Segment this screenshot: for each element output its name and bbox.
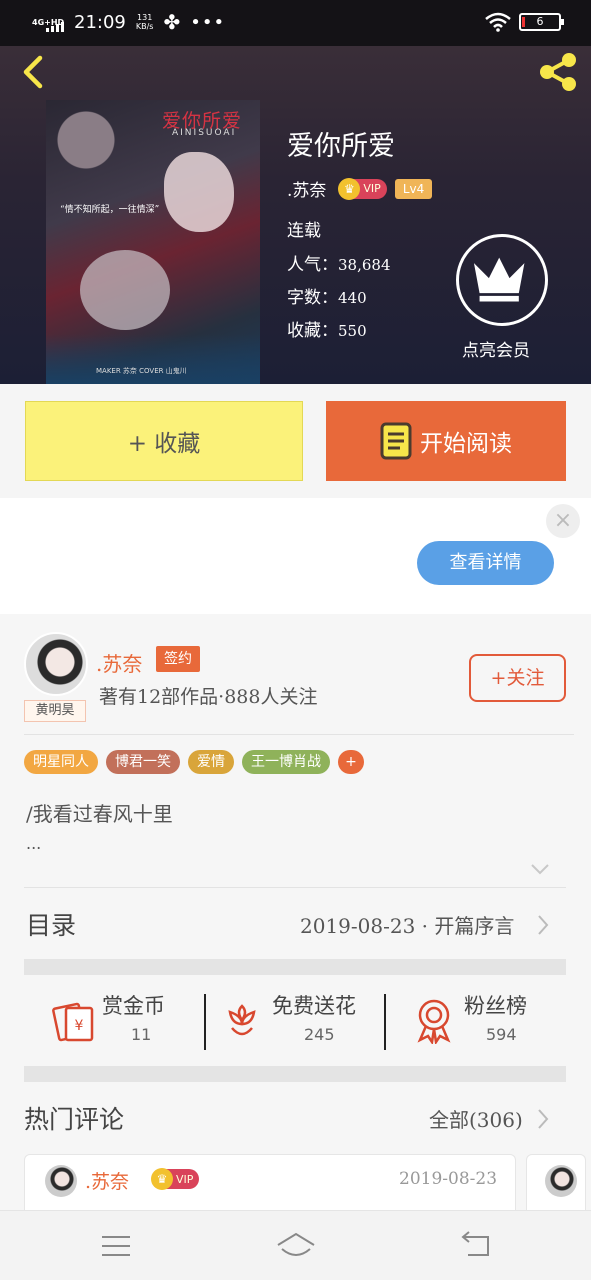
system-nav-bar — [0, 1210, 591, 1280]
flower-icon — [228, 1004, 256, 1036]
battery-icon: 6 — [519, 13, 564, 31]
chevron-right-icon[interactable] — [537, 1108, 549, 1130]
fan-icon: ✤ — [163, 10, 181, 34]
book-cover[interactable]: 爱你所爱 AINISUOAI “情不知所起，一往情深” MAKER 苏奈 COV… — [46, 100, 260, 384]
ad-banner: × 查看详情 — [0, 498, 591, 614]
signed-badge: 签约 — [156, 646, 200, 672]
member-label[interactable]: 点亮会员 — [462, 336, 530, 361]
tag-list: 明星同人 博君一笑 爱情 王一博肖战 + — [24, 750, 364, 774]
book-title: 爱你所爱 — [287, 131, 395, 162]
crown-icon — [473, 257, 525, 302]
send-flowers-button[interactable]: 免费送花 245 — [222, 990, 382, 1050]
popularity: 人气：38,684 — [287, 255, 391, 275]
toc-label[interactable]: 目录 — [26, 906, 76, 942]
book-icon — [380, 422, 412, 460]
crown-icon: ♛ — [338, 177, 361, 200]
member-crown-button[interactable] — [456, 234, 548, 326]
chevron-right-icon[interactable] — [537, 914, 549, 936]
view-details-button[interactable]: 查看详情 — [417, 541, 554, 585]
avatar-tag: 黄明昊 — [24, 700, 86, 722]
more-dots-icon: ••• — [190, 11, 226, 33]
close-icon[interactable]: × — [546, 504, 580, 538]
tag-chip[interactable]: 爱情 — [188, 750, 234, 774]
red-envelope-icon: ¥ — [52, 1002, 94, 1042]
commenter-name[interactable]: .苏奈 — [85, 1167, 129, 1194]
menu-icon[interactable] — [101, 1235, 131, 1257]
section-separator — [24, 959, 566, 975]
divider — [24, 734, 574, 735]
reward-coins-button[interactable]: ¥ 赏金币 11 — [50, 990, 200, 1050]
share-icon[interactable] — [537, 50, 579, 94]
author-avatar[interactable] — [24, 632, 88, 696]
status-bar: 4G+HD 21:09 131 KB/s ✤ ••• 6 — [0, 0, 591, 46]
book-header: 爱你所爱 AINISUOAI “情不知所起，一往情深” MAKER 苏奈 COV… — [0, 46, 591, 384]
tag-chip[interactable]: 博君一笑 — [106, 750, 180, 774]
toc-latest-chapter[interactable]: 2019-08-23 · 开篇序言 — [300, 910, 514, 939]
start-reading-button[interactable]: 开始阅读 — [326, 401, 566, 481]
back-nav-icon[interactable] — [460, 1231, 492, 1259]
word-count: 字数：440 — [287, 288, 367, 308]
action-bar: + 收藏 开始阅读 — [0, 384, 591, 498]
home-icon[interactable] — [276, 1231, 316, 1259]
favorite-button[interactable]: + 收藏 — [25, 401, 303, 481]
wifi-icon — [485, 12, 511, 32]
cover-quote: “情不知所起，一往情深” — [60, 205, 160, 215]
avatar — [545, 1165, 577, 1197]
net-speed: 131 KB/s — [135, 13, 154, 31]
crown-icon: ♛ — [151, 1168, 173, 1190]
hot-comments-label: 热门评论 — [24, 1105, 125, 1134]
divider — [384, 994, 386, 1050]
back-icon[interactable] — [18, 54, 46, 90]
vip-badge: ♛ VIP — [151, 1168, 200, 1190]
medal-icon — [417, 999, 451, 1044]
add-tag-button[interactable]: + — [338, 750, 364, 774]
book-details: 黄明昊 .苏奈 签约 著有12部作品·888人关注 +关注 明星同人 博君一笑 爱情… — [0, 614, 591, 1224]
level-badge: Lv4 — [394, 178, 433, 199]
avatar[interactable] — [45, 1165, 77, 1197]
chevron-down-icon[interactable] — [530, 862, 550, 876]
tag-chip[interactable]: 王一博肖战 — [242, 750, 330, 774]
cover-figure — [164, 152, 234, 232]
svg-text:¥: ¥ — [75, 1018, 84, 1034]
all-comments-link[interactable]: 全部(306) — [429, 1104, 523, 1133]
favorite-count: 收藏：550 — [287, 321, 367, 341]
author-card-name[interactable]: .苏奈 — [96, 648, 142, 677]
fan-ranking-button[interactable]: 粉丝榜 594 — [414, 990, 564, 1050]
author-stats: 著有12部作品·888人关注 — [99, 686, 318, 708]
serial-status: 连载 — [287, 221, 321, 241]
signal-icon — [46, 22, 64, 32]
intro-text: /我看过春风十里 — [26, 802, 173, 826]
divider — [24, 887, 566, 888]
intro-ellipsis: ... — [26, 834, 42, 853]
divider — [204, 994, 206, 1050]
comment-date: 2019-08-23 — [399, 1169, 498, 1189]
tag-chip[interactable]: 明星同人 — [24, 750, 98, 774]
author-name[interactable]: .苏奈 — [287, 176, 326, 201]
clock: 21:09 — [74, 11, 126, 33]
cover-figure — [80, 250, 170, 330]
vip-badge: ♛ VIP — [338, 177, 387, 200]
cover-subtitle: AINISUOAI — [172, 128, 237, 138]
follow-button[interactable]: +关注 — [469, 654, 566, 702]
cover-cityscape — [46, 334, 260, 384]
cover-credit: MAKER 苏奈 COVER 山鬼川 — [96, 367, 187, 375]
author-line: .苏奈 ♛ VIP Lv4 — [287, 176, 433, 201]
section-separator — [24, 1066, 566, 1082]
